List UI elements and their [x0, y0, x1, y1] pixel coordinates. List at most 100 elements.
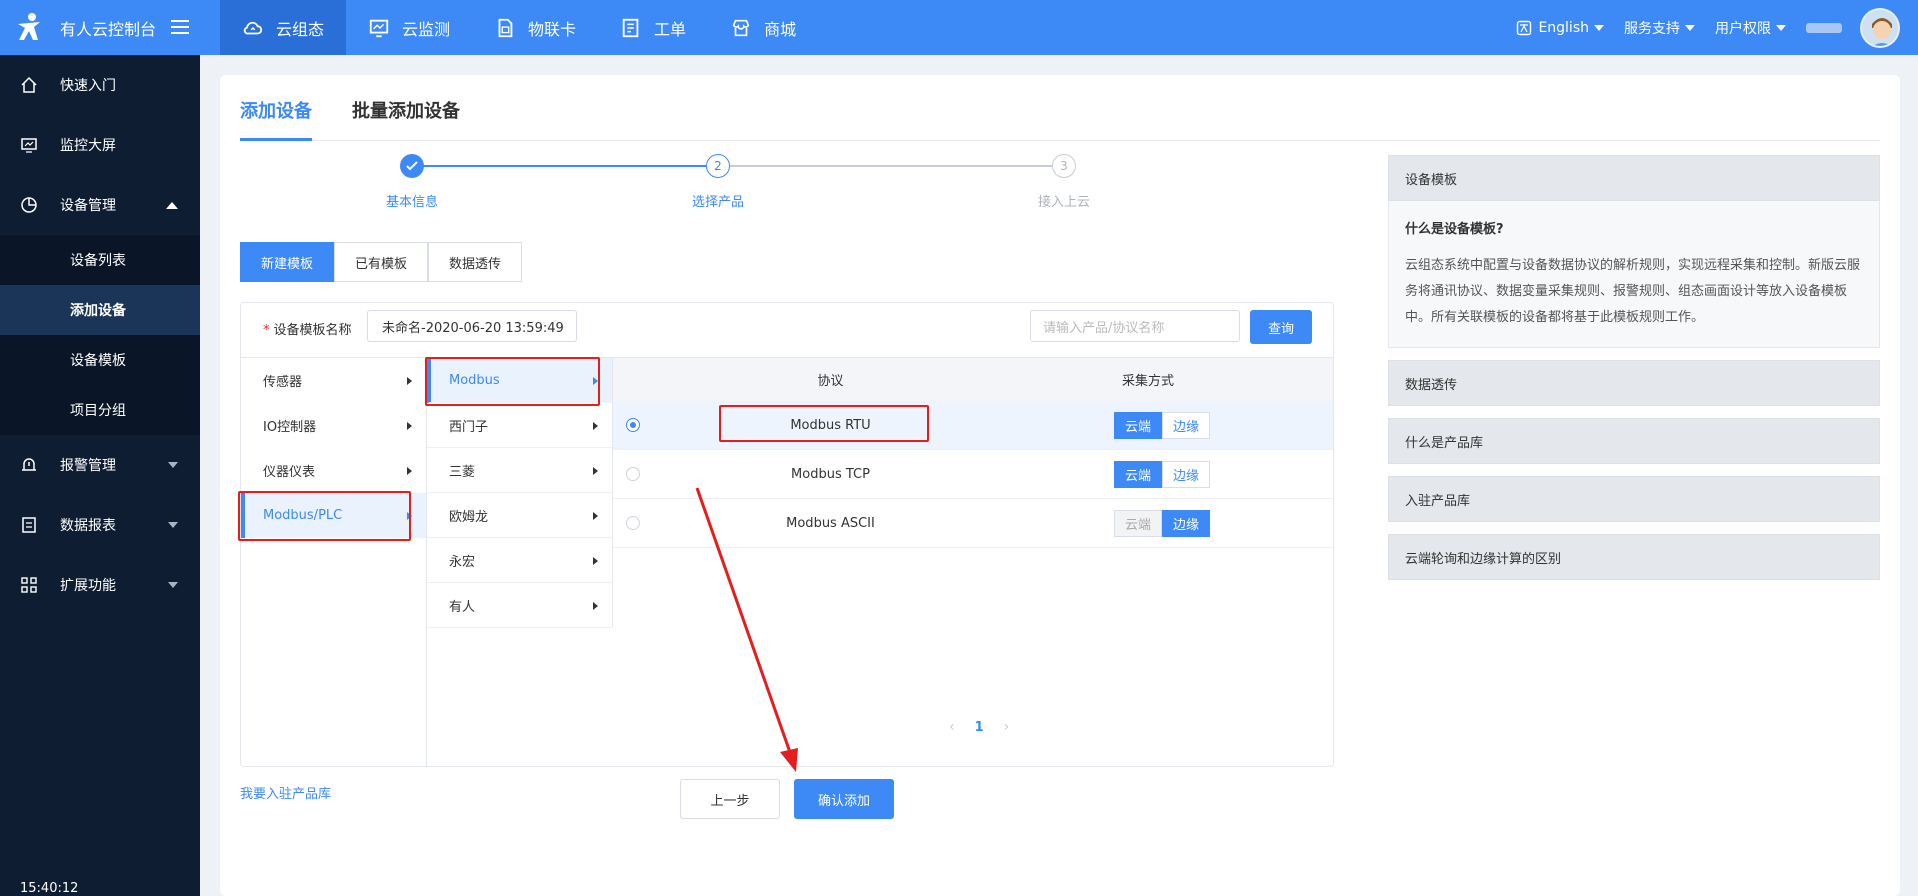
brand-label: 三菱 — [449, 464, 476, 480]
confirm-add-button[interactable]: 确认添加 — [794, 779, 894, 819]
previous-step-button[interactable]: 上一步 — [680, 779, 780, 819]
category-item[interactable]: IO控制器 — [241, 403, 426, 448]
protocol-cell: Modbus ASCII — [786, 516, 875, 531]
nav-label: 工单 — [654, 19, 687, 39]
home-icon — [21, 76, 37, 93]
tab-existing-template[interactable]: 已有模板 — [334, 242, 429, 282]
device-submenu: 设备列表 添加设备 设备模板 项目分组 — [0, 235, 200, 435]
brand-item[interactable]: 欧姆龙 — [427, 493, 612, 538]
stepper: 基本信息 2 选择产品 3 接入上云 — [240, 141, 1340, 221]
help-panel: 设备模板 什么是设备模板? 云组态系统中配置与设备数据协议的解析规则，实现远程采… — [1388, 155, 1880, 580]
sidebar-subitem-add-device[interactable]: 添加设备 — [0, 285, 200, 335]
column-header-protocol: 协议 — [817, 374, 844, 389]
caret-right-icon — [593, 467, 598, 475]
nav-work-order[interactable]: 工单 — [598, 0, 708, 55]
tab-batch-add-device[interactable]: 批量添加设备 — [352, 97, 460, 123]
nav-label: 云组态 — [276, 19, 325, 39]
sidebar-subitem-project-group[interactable]: 项目分组 — [0, 385, 200, 435]
cloud-option[interactable]: 云端 — [1114, 461, 1162, 488]
collection-mode-toggle: 云端 边缘 — [1114, 510, 1210, 537]
brand-label: 西门子 — [449, 419, 489, 435]
sidebar-item-extensions[interactable]: 扩展功能 — [0, 555, 200, 615]
help-section-device-template[interactable]: 设备模板 — [1388, 155, 1880, 201]
category-item[interactable]: 传感器 — [241, 358, 426, 403]
sidebar-item-quick-start[interactable]: 快速入门 — [0, 55, 200, 115]
sidebar-item-alarm[interactable]: 报警管理 — [0, 435, 200, 495]
brand-item[interactable]: 三菱 — [427, 448, 612, 493]
sidebar-item-label: 数据报表 — [60, 518, 116, 534]
caret-right-icon — [407, 377, 412, 385]
highlight-box-protocol — [719, 405, 929, 442]
page-number[interactable]: 1 — [975, 720, 984, 735]
table-row[interactable]: Modbus TCP 云端 边缘 — [613, 450, 1333, 499]
brand-label: 永宏 — [449, 554, 476, 570]
sidebar-item-device-management[interactable]: 设备管理 — [0, 175, 200, 235]
cloud-option[interactable]: 云端 — [1114, 412, 1162, 439]
tab-add-device[interactable]: 添加设备 — [240, 97, 312, 123]
permissions-menu[interactable]: 用户权限 — [1715, 18, 1786, 38]
step-connector-pending — [730, 165, 1052, 167]
support-menu[interactable]: 服务支持 — [1624, 18, 1695, 38]
nav-iot-card[interactable]: 物联卡 — [472, 0, 598, 55]
nav-store[interactable]: 商城 — [708, 0, 818, 55]
help-section-data-passthrough[interactable]: 数据透传 — [1388, 360, 1880, 406]
sidebar-item-label: 监控大屏 — [60, 138, 116, 154]
sidebar-item-data-report[interactable]: 数据报表 — [0, 495, 200, 555]
category-item[interactable]: 仪器仪表 — [241, 448, 426, 493]
sidebar-subitem-device-list[interactable]: 设备列表 — [0, 235, 200, 285]
next-page-icon[interactable]: › — [1004, 719, 1010, 735]
sidebar-item-label: 报警管理 — [60, 458, 116, 474]
column-header-collection-mode: 采集方式 — [1121, 374, 1174, 389]
page-tabs: 添加设备 批量添加设备 — [240, 75, 1880, 141]
nav-cloud-monitor[interactable]: 云监测 — [346, 0, 472, 55]
template-name-input[interactable]: 未命名-2020-06-20 13:59:49 — [367, 310, 577, 342]
step-3-circle: 3 — [1052, 154, 1076, 178]
edge-option[interactable]: 边缘 — [1162, 461, 1210, 488]
protocol-cell: Modbus TCP — [791, 467, 870, 482]
edge-option[interactable]: 边缘 — [1162, 510, 1210, 537]
username-blurred[interactable] — [1806, 22, 1842, 33]
prev-page-icon[interactable]: ‹ — [949, 719, 955, 735]
menu-icon[interactable] — [170, 17, 190, 37]
query-button[interactable]: 查询 — [1250, 310, 1312, 344]
avatar-icon — [1862, 9, 1898, 46]
step-2-circle: 2 — [706, 154, 730, 178]
sidebar-subitem-device-template[interactable]: 设备模板 — [0, 335, 200, 385]
join-product-library-link[interactable]: 我要入驻产品库 — [240, 783, 331, 802]
sidebar: 快速入门 监控大屏 设备管理 设备列表 添加设备 设备模板 项目分组 报警管理 … — [0, 55, 200, 896]
table-row[interactable]: Modbus ASCII 云端 边缘 — [613, 499, 1333, 548]
step-3-label: 接入上云 — [1038, 195, 1091, 210]
language-icon — [1517, 20, 1532, 35]
screen-icon — [21, 138, 37, 153]
caret-right-icon — [407, 467, 412, 475]
cloud-option[interactable]: 云端 — [1114, 510, 1162, 537]
avatar[interactable] — [1860, 7, 1900, 48]
top-nav: 云组态 云监测 物联卡 工单 商城 — [220, 0, 818, 55]
highlight-box-brand — [425, 357, 600, 406]
brand-item[interactable]: 有人 — [427, 583, 612, 628]
edge-option[interactable]: 边缘 — [1162, 412, 1210, 439]
nav-cloud-scada[interactable]: 云组态 — [220, 0, 347, 55]
tab-new-template[interactable]: 新建模板 — [240, 242, 335, 282]
help-section-cloud-vs-edge[interactable]: 云端轮询和边缘计算的区别 — [1388, 534, 1880, 580]
report-icon — [22, 517, 36, 533]
search-input[interactable]: 请输入产品/协议名称 — [1030, 310, 1240, 342]
sidebar-item-monitor-screen[interactable]: 监控大屏 — [0, 115, 200, 175]
language-selector[interactable]: English — [1516, 20, 1604, 36]
device-icon — [21, 197, 37, 213]
sidebar-item-label: 设备管理 — [60, 198, 116, 214]
collection-mode-toggle: 云端 边缘 — [1114, 412, 1210, 439]
category-label: IO控制器 — [263, 420, 317, 435]
help-section-join-library[interactable]: 入驻产品库 — [1388, 476, 1880, 522]
monitor-chart-icon — [369, 19, 389, 37]
check-icon — [406, 161, 418, 171]
help-section-product-library[interactable]: 什么是产品库 — [1388, 418, 1880, 464]
sidebar-item-label: 扩展功能 — [60, 578, 116, 594]
help-answer: 云组态系统中配置与设备数据协议的解析规则，实现远程采集和控制。新版云服务将通讯协… — [1405, 258, 1861, 325]
category-label: 传感器 — [263, 375, 303, 390]
brand-item[interactable]: 永宏 — [427, 538, 612, 583]
brand-item[interactable]: 西门子 — [427, 403, 612, 448]
brand-label: 欧姆龙 — [449, 509, 489, 525]
tab-data-passthrough[interactable]: 数据透传 — [428, 242, 523, 282]
logo-icon — [18, 13, 40, 40]
